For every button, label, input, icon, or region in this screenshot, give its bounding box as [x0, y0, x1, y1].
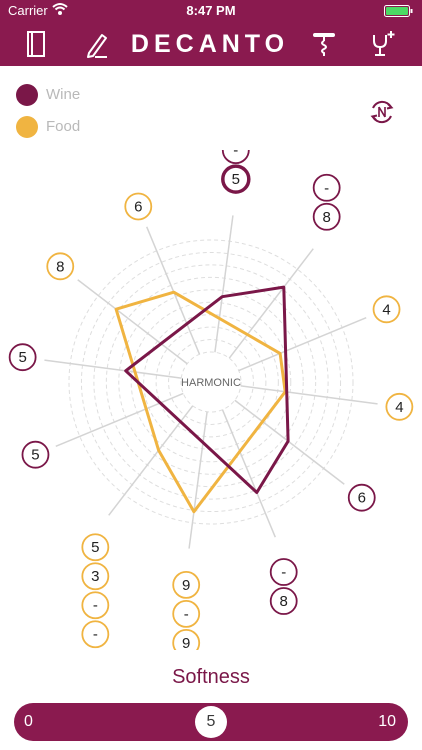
status-bar: Carrier 8:47 PM — [0, 0, 422, 22]
axis-spoke — [234, 399, 345, 485]
axis-10-wine-value: 5 — [18, 349, 26, 366]
axis-6-wine-value: - — [281, 564, 286, 581]
pencil-icon[interactable] — [80, 28, 112, 60]
axis-spoke — [228, 248, 314, 359]
axis-2-wine-value: 8 — [322, 209, 330, 226]
axis-3-food-value: 4 — [382, 301, 390, 318]
harmony-radar-chart[interactable]: HARMONIC - 5 - 8 4 4 6 - 8 9 - 9 5 3 - - 5 5 8 6 — [0, 150, 422, 650]
axis-8-food-value: - — [93, 597, 98, 614]
corkscrew-icon[interactable] — [308, 28, 340, 60]
axis-1-wine-value: - — [233, 150, 238, 159]
axis-spoke — [238, 317, 367, 372]
axis-5-wine-value: 6 — [358, 490, 366, 507]
battery-icon — [384, 5, 413, 17]
axis-spoke — [214, 215, 234, 353]
swap-icon[interactable] — [366, 96, 398, 128]
center-label: HARMONIC — [181, 377, 241, 389]
add-glass-icon[interactable] — [366, 28, 398, 60]
axis-8-food-value: - — [93, 626, 98, 643]
softness-slider[interactable]: 0 5 10 — [14, 703, 408, 741]
notebook-icon[interactable] — [20, 28, 52, 60]
attribute-title: Softness — [172, 666, 250, 688]
axis-7-food-value: - — [184, 606, 189, 623]
food-swatch — [16, 116, 38, 138]
slider-thumb[interactable]: 5 — [195, 706, 227, 738]
legend-label-wine: Wine — [46, 86, 81, 103]
wine-swatch — [16, 84, 38, 106]
axis-6-wine-value: 8 — [280, 593, 288, 610]
axis-8-food-value: 3 — [91, 568, 99, 585]
axis-4-food-value: 4 — [395, 399, 403, 416]
axis-7-food-value: 9 — [182, 577, 190, 594]
axis-9-wine-value: 5 — [31, 447, 39, 464]
axis-spoke — [55, 392, 184, 447]
brand-logo: DECANTO — [130, 30, 290, 58]
axis-12-food-value: 6 — [134, 198, 142, 215]
clock: 8:47 PM — [186, 3, 236, 18]
axis-11-food-value: 8 — [56, 258, 64, 275]
legend-label-food: Food — [46, 118, 81, 135]
axis-spoke — [240, 385, 378, 405]
slider-max-label: 10 — [378, 713, 396, 730]
axis-2-wine-value: - — [324, 180, 329, 197]
slider-min-label: 0 — [24, 713, 33, 730]
axis-8-food-value: 5 — [91, 539, 99, 556]
axis-1-wine-value: 5 — [232, 171, 240, 188]
axis-7-food-value: 9 — [182, 635, 190, 650]
axis-spoke — [44, 359, 182, 379]
navbar: DECANTO — [0, 22, 422, 66]
